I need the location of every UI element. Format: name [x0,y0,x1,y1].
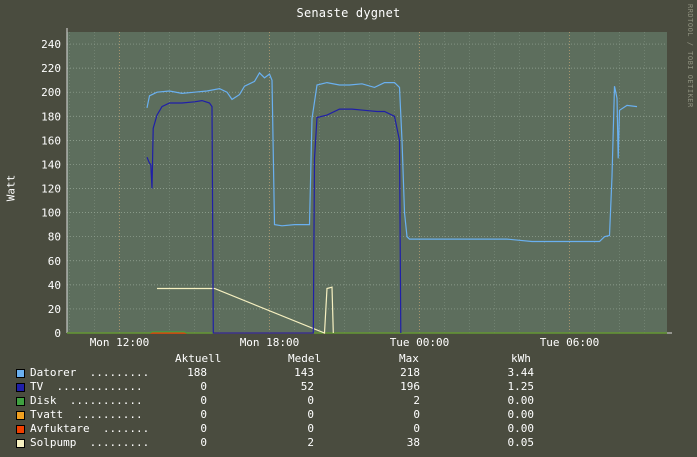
legend-swatch [16,411,25,420]
y-tick-label: 180 [41,110,61,123]
value-aktuell: 0 [200,422,207,435]
legend-swatch [16,383,25,392]
legend-swatch [16,369,25,378]
legend-swatch [16,397,25,406]
series-name: Datorer ......... [30,366,150,379]
legend-row: Datorer ......... 188 143 218 3.44 [0,366,697,380]
value-aktuell: 0 [200,436,207,449]
y-tick-label: 20 [48,303,61,316]
y-tick-label: 80 [48,231,61,244]
header-medel: Medel [288,352,322,365]
y-tick-label: 220 [41,62,61,75]
x-tick-label: Tue 06:00 [540,336,600,349]
header-aktuell: Aktuell [175,352,222,365]
series-name: Disk ........... [30,394,143,407]
value-aktuell: 188 [187,366,207,379]
y-axis-label: Watt [4,174,18,202]
y-tick-label: 120 [41,183,61,196]
legend-swatch [16,425,25,434]
value-max: 0 [413,408,420,421]
value-max: 2 [413,394,420,407]
value-kwh: 0.00 [507,408,535,421]
value-max: 38 [406,436,420,449]
series-name: Solpump ......... [30,436,150,449]
legend-swatch [16,439,25,448]
value-aktuell: 0 [200,380,207,393]
y-tick-label: 60 [48,255,61,268]
x-tick-label: Mon 18:00 [240,336,300,349]
value-aktuell: 0 [200,408,207,421]
y-tick-label: 0 [54,327,61,340]
series-name: Avfuktare ....... [30,422,150,435]
legend-row: Tvatt .......... 0 0 0 0.00 [0,408,697,422]
y-tick-label: 240 [41,38,61,51]
y-tick-label: 200 [41,86,61,99]
legend-row: TV ............. 0 52 196 1.25 [0,380,697,394]
value-kwh: 1.25 [507,380,535,393]
value-kwh: 0.00 [507,422,535,435]
y-tick-label: 100 [41,207,61,220]
header-max: Max [399,352,419,365]
legend-row: Solpump ......... 0 2 38 0.05 [0,436,697,450]
value-kwh: 3.44 [507,366,535,379]
legend-table: Aktuell Medel Max kWh Datorer ......... 1… [0,352,697,450]
y-tick-label: 160 [41,134,61,147]
plot-area: 0 20 40 60 80 100 120 140 160 180 200 220 240 Mon 12:… [41,28,672,349]
series-name: Tvatt .......... [30,408,143,421]
value-aktuell: 0 [200,394,207,407]
value-medel: 2 [307,436,314,449]
series-name: TV ............. [30,380,143,393]
legend-row: Avfuktare ....... 0 0 0 0.00 [0,422,697,436]
value-max: 218 [400,366,420,379]
legend-rows: Datorer ......... 188 143 218 3.44 TV .......… [0,366,697,450]
value-max: 196 [400,380,420,393]
value-medel: 0 [307,408,314,421]
plot-background [67,32,667,333]
value-medel: 52 [300,380,314,393]
value-medel: 0 [307,394,314,407]
legend-header: Aktuell Medel Max kWh [0,352,697,366]
value-kwh: 0.00 [507,394,535,407]
value-max: 0 [413,422,420,435]
rrdtool-watermark: RRDTOOL / TOBI OETIKER [686,4,694,108]
value-kwh: 0.05 [507,436,535,449]
header-kwh: kWh [511,352,531,365]
value-medel: 0 [307,422,314,435]
x-tick-label: Tue 00:00 [390,336,450,349]
legend-row: Disk ........... 0 0 2 0.00 [0,394,697,408]
chart-title: Senaste dygnet [296,6,401,20]
y-tick-label: 140 [41,158,61,171]
y-tick-label: 40 [48,279,61,292]
x-tick-label: Mon 12:00 [90,336,150,349]
value-medel: 143 [294,366,314,379]
